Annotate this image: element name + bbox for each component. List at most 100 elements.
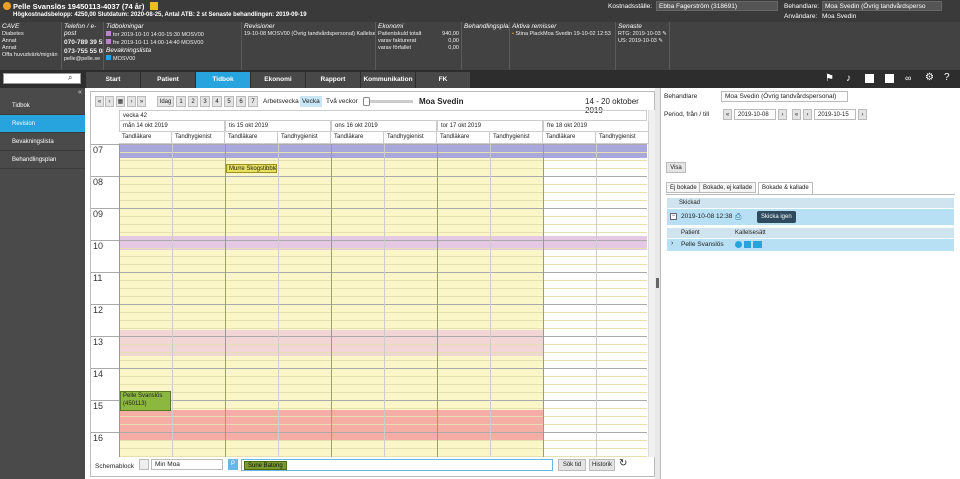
tag-field[interactable]: Sune Batong — [241, 459, 553, 471]
phone-section: Telefon / e-post 070-789 39 51 (Mobil) 0… — [62, 22, 104, 70]
referral-line[interactable]: • Stina PlackMoa Svedin 19-10-02 12:53 — [512, 31, 613, 38]
tag-chip[interactable]: Sune Batong — [244, 461, 287, 470]
appointment[interactable]: Pelle Svanslös (450113) — [120, 391, 171, 411]
first-icon[interactable]: « — [95, 96, 104, 107]
week-7-button[interactable]: 7 — [248, 96, 258, 107]
tab-booked-called[interactable]: Bokade & kallade — [758, 182, 813, 194]
day-header: fre 18 okt 2019 — [543, 121, 649, 132]
view-two-weeks[interactable]: Två veckor — [326, 98, 358, 105]
tab-kommunikation[interactable]: Kommunikation — [361, 72, 416, 88]
tab-rapport[interactable]: Rapport — [306, 72, 361, 88]
translate-icon[interactable]: ⚑ — [825, 73, 834, 84]
send-again-button[interactable]: Skicka igen — [757, 211, 796, 223]
week-1-button[interactable]: 1 — [176, 96, 186, 107]
pencil-icon[interactable]: ✎ — [662, 31, 667, 37]
zoom-slider-handle[interactable] — [363, 97, 370, 106]
calendar-icon[interactable] — [885, 74, 894, 83]
phone-line[interactable]: 073-755 55 08 (Mobil) — [64, 47, 103, 56]
edit-schemablock-icon[interactable] — [139, 459, 149, 470]
week-4-button[interactable]: 4 — [212, 96, 222, 107]
show-button[interactable]: Visa — [666, 162, 686, 173]
tab-start[interactable]: Start — [86, 72, 141, 88]
history-button[interactable]: Historik — [589, 459, 615, 471]
phone-line[interactable]: 070-789 39 51 (Mobil) — [64, 38, 103, 47]
cave-line: Diabetes — [2, 31, 24, 37]
column-header: Tandläkare — [331, 132, 384, 144]
week-3-button[interactable]: 3 — [200, 96, 210, 107]
period-to-prev-icon[interactable]: « — [792, 109, 801, 120]
period-from-next-icon[interactable]: › — [778, 109, 787, 120]
tab-ekonomi[interactable]: Ekonomi — [251, 72, 306, 88]
sidebar-item-tidbok[interactable]: Tidbok — [0, 97, 85, 115]
period-from-prev-icon[interactable]: « — [723, 109, 732, 120]
period-to-input[interactable]: 2019-10-15 — [814, 109, 856, 120]
help-icon[interactable]: ? — [944, 72, 950, 83]
row-patient-name[interactable]: Pelle Svanslös — [681, 241, 724, 248]
main-nav: ⌕ Start Patient Tidbok Ekonomi Rapport K… — [0, 70, 960, 88]
calendar-picker-icon[interactable]: ▦ — [116, 96, 125, 107]
table-row[interactable]: › Pelle Svanslös — [667, 239, 954, 251]
printer-icon[interactable]: ⎙ — [735, 212, 741, 222]
period-to-next-icon[interactable]: › — [858, 109, 867, 120]
search-time-button[interactable]: Sök tid — [558, 459, 586, 471]
provider-select[interactable]: Moa Svedin (Övrig tandvårdsperso — [822, 1, 942, 11]
revision-line[interactable]: 19-10-08 MOSV00 (Övrig tandvårdspersonal… — [244, 31, 375, 38]
sidebar-item-behandlingsplan[interactable]: Behandlingsplan — [0, 151, 85, 169]
patient-name[interactable]: Pelle Svanslös 19450113-4037 (74 år) — [13, 2, 144, 11]
column-header: Tandläkare — [225, 132, 278, 144]
tab-booked-not-called[interactable]: Bokade, ej kallade — [699, 182, 757, 193]
zoom-slider[interactable] — [363, 100, 413, 103]
right-provider-label: Behandlare — [664, 93, 698, 100]
week-6-button[interactable]: 6 — [236, 96, 246, 107]
hour-label: 07 — [93, 145, 104, 155]
schemablock-select[interactable]: Min Moa — [151, 459, 223, 470]
pencil-icon[interactable]: ✎ — [658, 38, 663, 44]
view-workweek[interactable]: Arbetsvecka — [263, 98, 299, 105]
tab-patient[interactable]: Patient — [141, 72, 196, 88]
email-icon — [753, 241, 762, 248]
link-icon[interactable]: ∞ — [905, 73, 911, 83]
refresh-icon[interactable]: ↻ — [619, 458, 627, 469]
watchlist-line[interactable]: MOSV00 — [106, 55, 239, 63]
tab-not-booked[interactable]: Ej bokade — [666, 182, 701, 193]
week-2-button[interactable]: 2 — [188, 96, 198, 107]
bookings-section: Tidbokningar tor 2019-10-10 14:00-15:30 … — [104, 22, 242, 70]
economy-row: Patientskuld totalt 940,00 — [378, 31, 459, 37]
sidebar-item-revision[interactable]: Revision — [0, 115, 85, 133]
day-header: mån 14 okt 2019 — [119, 121, 225, 132]
email-line[interactable]: pelle@pelle.se — [64, 56, 101, 63]
revisions-section: Revisioner 19-10-08 MOSV00 (Övrig tandvå… — [242, 22, 376, 70]
today-button[interactable]: Idag — [157, 96, 174, 107]
last-icon[interactable]: » — [137, 96, 146, 107]
view-week[interactable]: Vecka — [300, 96, 322, 107]
collapse-group-icon[interactable]: − — [670, 213, 677, 220]
period-to-back-icon[interactable]: ‹ — [803, 109, 812, 120]
period-from-input[interactable]: 2019-10-08 — [734, 109, 776, 120]
next-icon[interactable]: › — [127, 96, 136, 107]
revisions-title: Revisioner — [244, 23, 275, 30]
economy-title: Ekonomi — [378, 23, 404, 30]
gear-icon[interactable]: ⚙ — [925, 72, 934, 83]
collapse-icon[interactable]: « — [78, 89, 82, 96]
vertical-scrollbar[interactable] — [648, 110, 655, 457]
search-icon[interactable]: ⌕ — [68, 73, 72, 83]
sent-group-row[interactable]: − 2019-10-08 12:38 ⎙ Skicka igen — [667, 209, 954, 225]
booking-line[interactable]: tor 2019-10-10 14:00-15:30 MOSV00 — [106, 31, 239, 39]
calendar-grid[interactable]: 07 08 09 10 11 12 13 14 15 16 Murre Skogstibble Pel… — [91, 144, 647, 457]
expand-row-icon[interactable]: › — [671, 240, 673, 247]
tab-fk[interactable]: FK — [416, 72, 471, 88]
sidebar-item-bevakningslista[interactable]: Bevakningslista — [0, 133, 85, 151]
bell-icon[interactable]: ♪ — [846, 73, 851, 84]
column-header: Tandläkare — [437, 132, 490, 144]
checklist-icon[interactable] — [865, 74, 874, 83]
hour-label: 13 — [93, 337, 104, 347]
booking-line[interactable]: fre 2019-10-11 14:00-14:40 MOSV00 — [106, 39, 239, 47]
tab-tidbok[interactable]: Tidbok — [196, 72, 251, 88]
latest-title: Senaste — [618, 23, 642, 30]
prev-icon[interactable]: ‹ — [105, 96, 114, 107]
cost-center-select[interactable]: Ebba Fagerström (318691) — [656, 1, 778, 11]
right-provider-select[interactable]: Moa Svedin (Övrig tandvårdspersonal) — [721, 91, 848, 102]
p-badge-icon[interactable]: P — [228, 459, 238, 470]
appointment[interactable]: Murre Skogstibble — [226, 164, 277, 173]
week-5-button[interactable]: 5 — [224, 96, 234, 107]
